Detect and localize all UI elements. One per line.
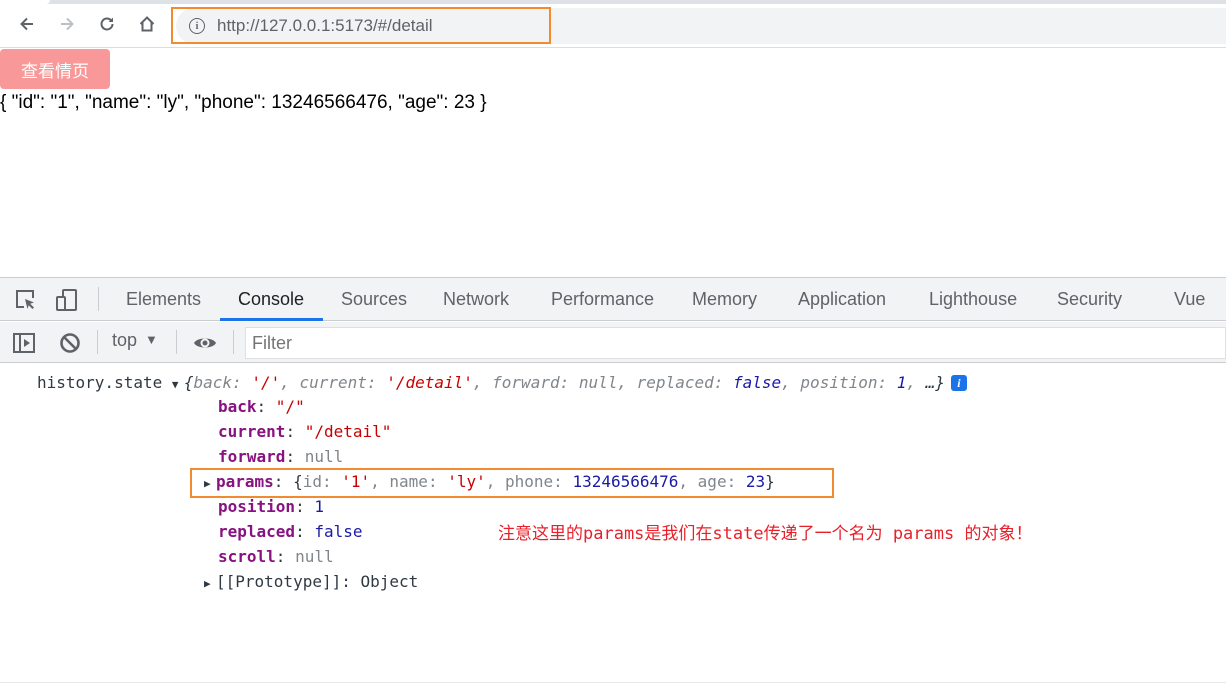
arrow-right-icon bbox=[61, 17, 74, 31]
console-toolbar: top ▼ bbox=[0, 322, 1226, 363]
tab-sources[interactable]: Sources bbox=[341, 278, 407, 321]
context-value: top bbox=[112, 330, 138, 350]
info-icon[interactable]: i bbox=[950, 375, 967, 391]
tab-memory[interactable]: Memory bbox=[692, 278, 757, 321]
expand-triangle-icon[interactable]: ▼ bbox=[172, 374, 184, 396]
console-log-entry[interactable]: history.state ▼ {back: '/', current: '/de… bbox=[37, 372, 967, 396]
arrow-left-icon bbox=[20, 17, 33, 31]
active-tab-indicator bbox=[220, 318, 323, 321]
back-button[interactable] bbox=[13, 10, 41, 38]
devtools-panel: Elements Console Sources Network Perform… bbox=[0, 277, 1226, 683]
console-filter-input[interactable] bbox=[245, 327, 1226, 359]
annotation-note: 注意这里的params是我们在state传递了一个名为 params 的对象！ bbox=[498, 524, 1033, 544]
tab-lighthouse[interactable]: Lighthouse bbox=[929, 278, 1017, 321]
prop-current: current: "/detail" bbox=[218, 422, 392, 441]
expand-triangle-icon[interactable]: ▶ bbox=[204, 573, 216, 595]
reload-icon bbox=[100, 17, 114, 31]
prop-forward: forward: null bbox=[218, 447, 344, 466]
tab-security[interactable]: Security bbox=[1057, 278, 1122, 321]
home-icon bbox=[139, 16, 155, 32]
devtools-tabbar: Elements Console Sources Network Perform… bbox=[0, 278, 1226, 321]
page-content: 查看情页 { "id": "1", "name": "ly", "phone":… bbox=[0, 49, 1226, 277]
prop-replaced: replaced: false bbox=[218, 522, 363, 541]
tab-console[interactable]: Console bbox=[238, 278, 304, 321]
forward-button[interactable] bbox=[53, 10, 81, 38]
log-label: history.state bbox=[37, 373, 163, 392]
params-json-text: { "id": "1", "name": "ly", "phone": 1324… bbox=[0, 92, 487, 113]
separator bbox=[98, 287, 99, 311]
tab-network[interactable]: Network bbox=[443, 278, 509, 321]
sidebar-toggle-icon[interactable] bbox=[12, 331, 36, 355]
tab-application[interactable]: Application bbox=[798, 278, 886, 321]
console-output: history.state ▼ {back: '/', current: '/de… bbox=[0, 364, 1226, 683]
inspect-element-icon[interactable] bbox=[14, 288, 38, 312]
clear-console-icon[interactable] bbox=[58, 331, 82, 355]
caret-down-icon: ▼ bbox=[145, 332, 158, 347]
object-summary[interactable]: {back: '/', current: '/detail', forward:… bbox=[184, 373, 945, 392]
view-detail-button[interactable]: 查看情页 bbox=[0, 49, 110, 89]
url-highlight-box bbox=[171, 7, 551, 44]
prop-scroll: scroll: null bbox=[218, 547, 334, 566]
tab-performance[interactable]: Performance bbox=[551, 278, 654, 321]
separator bbox=[176, 330, 177, 354]
home-button[interactable] bbox=[133, 10, 161, 38]
separator bbox=[233, 330, 234, 354]
device-toolbar-icon[interactable] bbox=[55, 288, 79, 312]
reload-button[interactable] bbox=[93, 10, 121, 38]
tab-elements[interactable]: Elements bbox=[126, 278, 201, 321]
expand-triangle-icon[interactable]: ▶ bbox=[204, 473, 216, 495]
prop-position: position: 1 bbox=[218, 497, 324, 516]
prop-prototype[interactable]: ▶ [[Prototype]]: Object bbox=[204, 571, 418, 595]
live-expression-eye-icon[interactable] bbox=[193, 331, 217, 355]
tab-vue[interactable]: Vue bbox=[1174, 278, 1205, 321]
context-selector[interactable]: top ▼ bbox=[112, 330, 158, 351]
prop-back: back: "/" bbox=[218, 397, 305, 416]
separator bbox=[97, 330, 98, 354]
prop-params[interactable]: ▶ params: {id: '1', name: 'ly', phone: 13… bbox=[204, 471, 775, 495]
